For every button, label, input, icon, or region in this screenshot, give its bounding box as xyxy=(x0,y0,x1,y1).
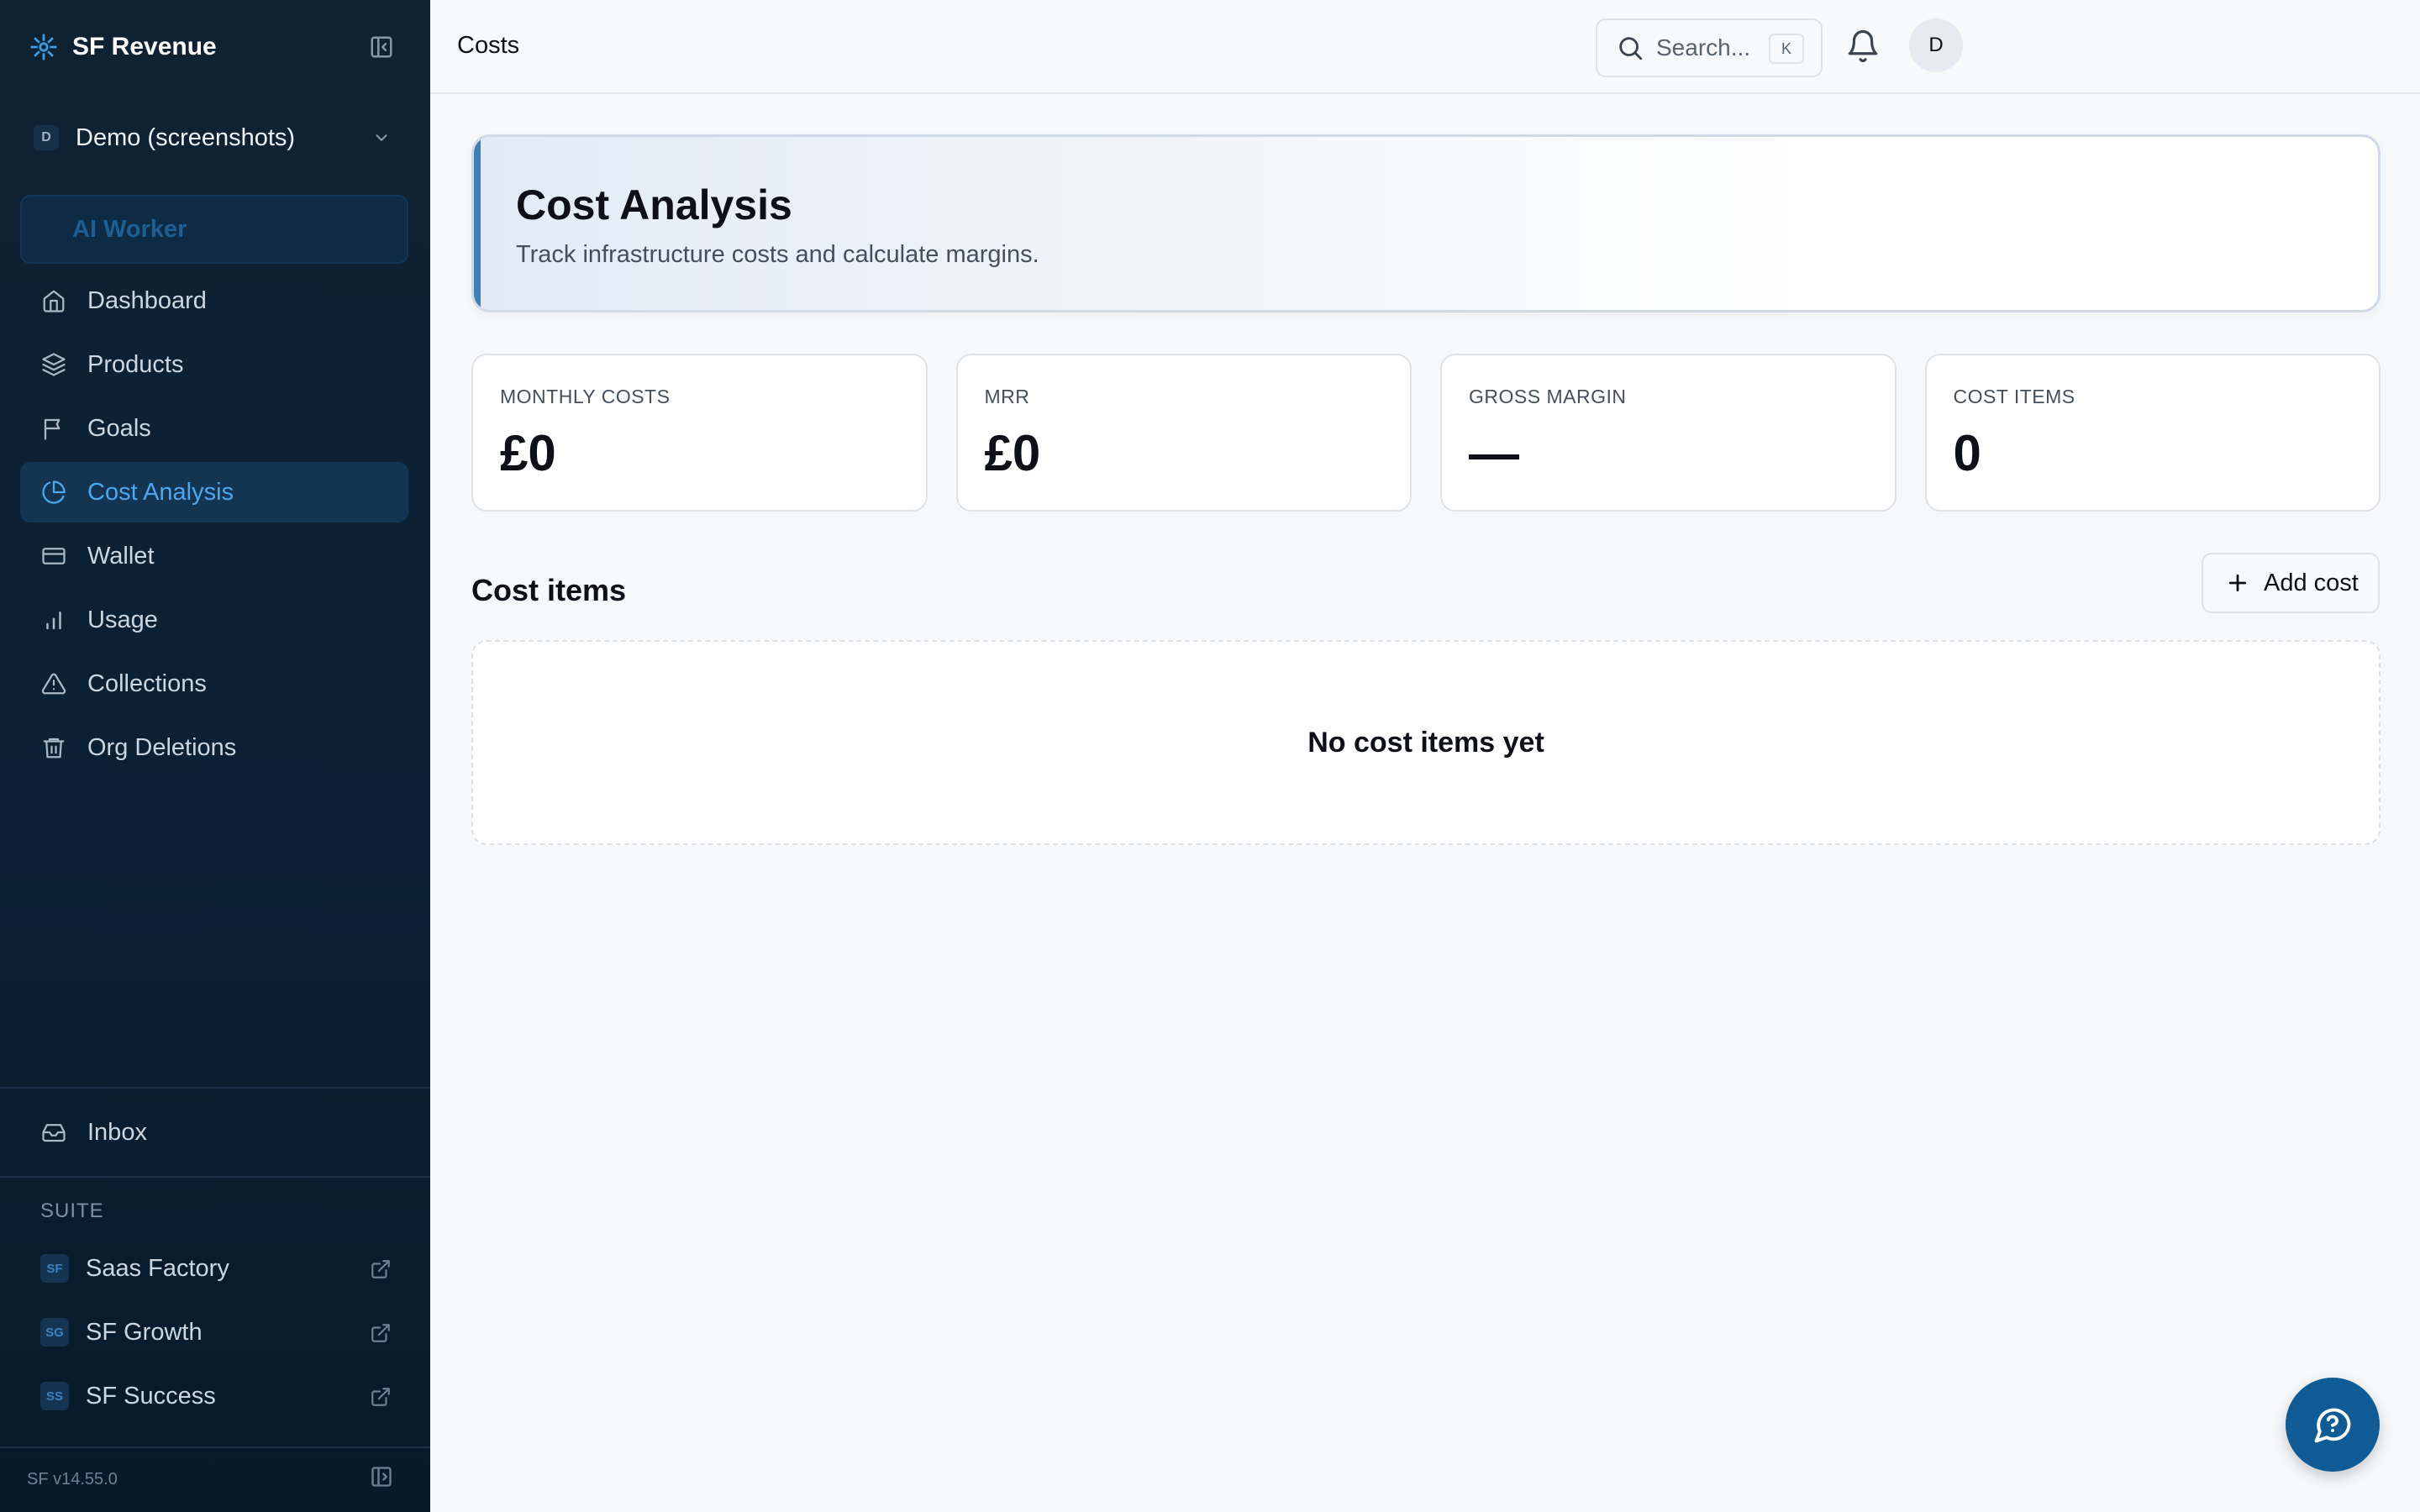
suite-badge: SS xyxy=(40,1382,69,1410)
suite-list: SF Saas Factory SG SF Growth SS SF Succe… xyxy=(20,1238,408,1430)
suite-item-saas-factory[interactable]: SF Saas Factory xyxy=(20,1238,408,1299)
sidebar-item-wallet[interactable]: Wallet xyxy=(20,526,408,586)
plus-icon xyxy=(2228,574,2247,592)
sidebar-item-usage[interactable]: Usage xyxy=(20,590,408,650)
topbar: Costs xyxy=(430,0,2420,94)
pie-chart-icon xyxy=(39,477,69,507)
search-button[interactable]: Search... K xyxy=(1596,18,1823,77)
home-icon xyxy=(39,286,69,316)
sidebar-item-collections[interactable]: Collections xyxy=(20,654,408,714)
external-link-icon xyxy=(371,1388,390,1406)
sidebar-item-label: Products xyxy=(87,350,184,378)
stats-row: MONTHLY COSTS £0 MRR £0 GROSS MARGIN — C… xyxy=(471,354,2381,512)
sidebar-item-dashboard[interactable]: Dashboard xyxy=(20,270,408,331)
external-link-icon xyxy=(371,1324,390,1342)
search-shortcut-key: K xyxy=(1769,34,1804,64)
sidebar-divider xyxy=(0,1087,430,1089)
org-avatar: D xyxy=(34,125,59,150)
stat-value: £0 xyxy=(500,425,556,481)
page-title: Costs xyxy=(457,32,520,59)
stat-card-mrr: MRR £0 xyxy=(955,354,1412,512)
sidebar-item-inbox[interactable]: Inbox xyxy=(20,1102,408,1163)
search-icon xyxy=(1619,37,1643,60)
panel-left-icon xyxy=(371,1467,392,1487)
stat-value: — xyxy=(1469,425,1519,481)
suite-item-label: Saas Factory xyxy=(86,1254,229,1282)
stat-label: MRR xyxy=(984,386,1030,407)
stat-value: 0 xyxy=(1953,425,1981,481)
sidebar-item-label: Dashboard xyxy=(87,286,207,314)
suite-item-label: SF Success xyxy=(86,1382,216,1410)
sidebar: SF Revenue D Demo (screenshots) AI Worke… xyxy=(0,0,430,1512)
sidebar-item-label: Collections xyxy=(87,669,207,697)
trash-icon xyxy=(39,732,69,763)
stat-card-gross-margin: GROSS MARGIN — xyxy=(1440,354,1897,512)
panel-left-icon xyxy=(371,36,392,58)
suite-item-sf-success[interactable]: SS SF Success xyxy=(20,1366,408,1426)
org-switcher[interactable]: D Demo (screenshots) xyxy=(20,111,410,165)
sidebar-item-label: Cost Analysis xyxy=(87,478,234,506)
page-subtitle: Track infrastructure costs and calculate… xyxy=(516,241,1039,268)
sidebar-item-products[interactable]: Products xyxy=(20,334,408,395)
sidebar-nav: Dashboard Products Goals Cost Analysis W… xyxy=(20,270,408,781)
bar-chart-icon xyxy=(39,605,69,635)
sidebar-item-label: Wallet xyxy=(87,542,155,570)
user-avatar[interactable]: D xyxy=(1909,18,1963,72)
layers-icon xyxy=(39,349,69,380)
suite-item-label: SF Growth xyxy=(86,1318,203,1346)
sparkle-icon xyxy=(27,30,60,64)
sidebar-item-label: Org Deletions xyxy=(87,733,237,761)
page-header-card: Cost Analysis Track infrastructure costs… xyxy=(471,134,2381,312)
suite-heading: SUITE xyxy=(40,1200,104,1222)
suite-badge: SF xyxy=(40,1254,69,1283)
chevron-down-icon xyxy=(370,126,393,150)
add-cost-label: Add cost xyxy=(2264,569,2359,596)
suite-badge: SG xyxy=(40,1318,69,1347)
cost-items-heading: Cost items xyxy=(471,573,627,607)
bell-icon xyxy=(1848,30,1878,62)
notifications-button[interactable] xyxy=(1845,29,1881,64)
sidebar-divider xyxy=(0,1176,430,1178)
stat-label: GROSS MARGIN xyxy=(1469,386,1627,407)
sidebar-item-org-deletions[interactable]: Org Deletions xyxy=(20,717,408,778)
search-placeholder: Search... xyxy=(1656,34,1751,60)
stat-card-cost-items: COST ITEMS 0 xyxy=(1924,354,2381,512)
sidebar-collapse-button[interactable] xyxy=(365,32,398,62)
empty-state-message: No cost items yet xyxy=(1307,726,1544,759)
stat-value: £0 xyxy=(984,425,1041,481)
add-cost-button[interactable]: Add cost xyxy=(2202,553,2380,613)
page-heading: Cost Analysis xyxy=(516,181,792,228)
brand-name: SF Revenue xyxy=(72,33,217,60)
inbox-icon xyxy=(39,1117,69,1147)
sidebar-item-goals[interactable]: Goals xyxy=(20,398,408,459)
cost-items-empty-state: No cost items yet xyxy=(471,640,2381,845)
sidebar-item-label: Goals xyxy=(87,414,151,442)
ai-worker-button[interactable]: AI Worker xyxy=(20,195,408,264)
sidebar-item-label: Inbox xyxy=(87,1118,147,1146)
help-chat-icon xyxy=(2314,1408,2351,1443)
flag-icon xyxy=(39,413,69,444)
org-name: Demo (screenshots) xyxy=(76,123,296,151)
brand[interactable]: SF Revenue xyxy=(27,29,217,66)
warning-icon xyxy=(39,669,69,699)
sidebar-collapse-bottom-button[interactable] xyxy=(370,1465,397,1492)
help-chat-button[interactable] xyxy=(2286,1378,2380,1472)
stat-label: COST ITEMS xyxy=(1953,386,2075,407)
suite-item-sf-growth[interactable]: SG SF Growth xyxy=(20,1302,408,1362)
ai-worker-label: AI Worker xyxy=(72,215,187,243)
version-label: SF v14.55.0 xyxy=(27,1470,118,1488)
sidebar-item-cost-analysis[interactable]: Cost Analysis xyxy=(20,462,408,522)
external-link-icon xyxy=(371,1260,390,1278)
credit-card-icon xyxy=(39,541,69,571)
sidebar-divider xyxy=(0,1446,430,1448)
stat-label: MONTHLY COSTS xyxy=(500,386,671,407)
stat-card-monthly-costs: MONTHLY COSTS £0 xyxy=(471,354,928,512)
sidebar-item-label: Usage xyxy=(87,606,158,633)
